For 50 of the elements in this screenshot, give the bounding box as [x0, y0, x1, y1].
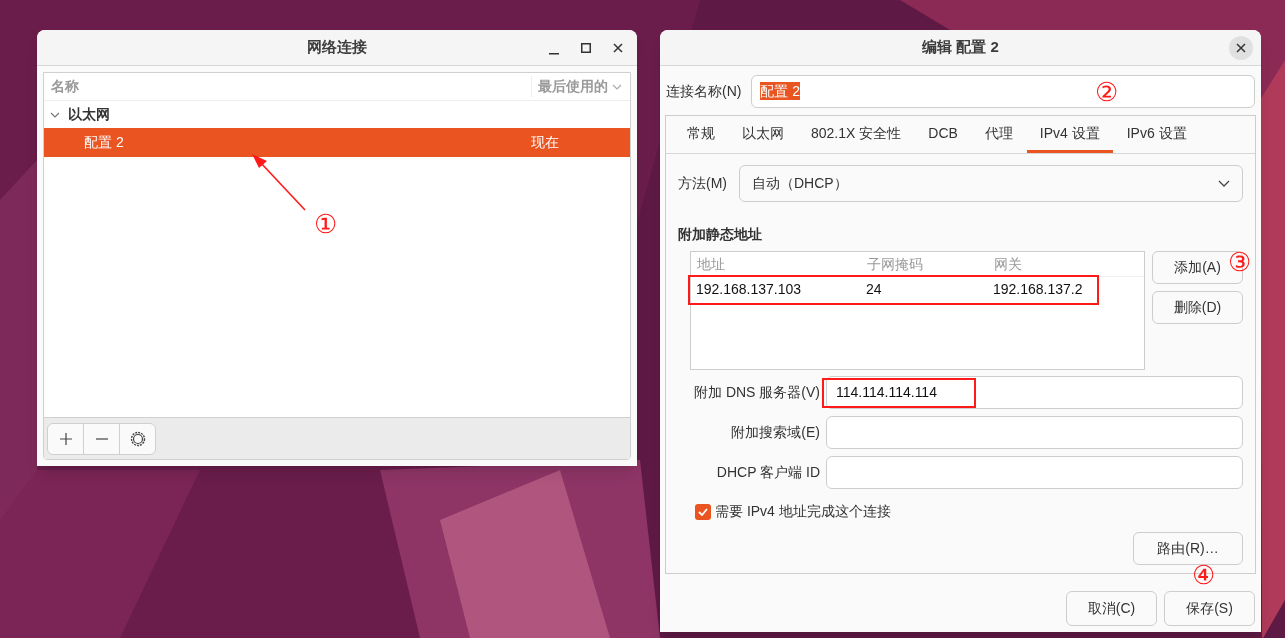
- table-cell-text: 192.168.137.103: [695, 280, 803, 299]
- tab[interactable]: DCB: [915, 116, 971, 153]
- field-label: 方法(M): [678, 174, 727, 193]
- section-title: 附加静态地址: [678, 225, 763, 244]
- delete-button[interactable]: 删除(D): [1152, 291, 1243, 324]
- table-cell-text: 24: [865, 280, 883, 299]
- table-cell-text: 192.168.137.2: [992, 280, 1083, 299]
- sort-caret-icon: [612, 83, 622, 90]
- tab[interactable]: 802.1X 安全性: [798, 116, 915, 153]
- save-button[interactable]: 保存(S): [1164, 591, 1255, 626]
- field-label: DHCP 客户端 ID: [715, 463, 820, 482]
- checkbox[interactable]: [695, 503, 711, 520]
- routes-button[interactable]: 路由(R)…: [1133, 532, 1243, 565]
- close-button[interactable]: [611, 40, 625, 55]
- group-label: 以太网: [68, 105, 110, 124]
- maximize-button[interactable]: [579, 40, 593, 55]
- client-id-field[interactable]: [826, 456, 1243, 489]
- tab[interactable]: IPv4 设置: [1026, 116, 1113, 153]
- window-title: 编辑 配置 2: [922, 37, 999, 58]
- tab[interactable]: 常规: [674, 116, 728, 153]
- cancel-button[interactable]: 取消(C): [1066, 591, 1157, 626]
- close-icon: [1236, 42, 1246, 53]
- dropdown-caret-icon: [1218, 180, 1230, 187]
- step-number: ①: [314, 208, 337, 240]
- tab[interactable]: 代理: [971, 116, 1026, 153]
- group-row[interactable]: 以太网: [44, 101, 630, 128]
- checkbox-label: 需要 IPv4 地址完成这个连接: [715, 502, 891, 521]
- settings-icon: [129, 430, 146, 447]
- close-button[interactable]: [1229, 35, 1253, 60]
- step-number: ②: [1095, 76, 1118, 108]
- window-title: 网络连接: [307, 37, 367, 58]
- field-label: 附加 DNS 服务器(V): [693, 383, 820, 402]
- field-label: 连接名称(N): [666, 81, 742, 101]
- tab[interactable]: IPv6 设置: [1113, 116, 1200, 153]
- search-domain-field[interactable]: [826, 416, 1243, 449]
- connection-name: 配置 2: [83, 133, 124, 152]
- plus-icon: [59, 432, 72, 445]
- selected-text: 配置 2: [760, 82, 801, 100]
- check-icon: [698, 507, 708, 516]
- last-used-time: 现在: [531, 133, 559, 152]
- connection-row[interactable]: 配置 2 现在: [44, 128, 630, 157]
- field-label: 附加搜索域(E): [730, 423, 820, 442]
- dns-field[interactable]: 114.114.114.114: [826, 376, 1243, 409]
- arrow-annotation: [250, 152, 308, 212]
- minus-icon: [95, 437, 108, 440]
- close-icon: [613, 42, 623, 53]
- maximize-icon: [581, 42, 591, 53]
- method-dropdown[interactable]: 自动（DHCP）: [739, 165, 1243, 202]
- tab[interactable]: 以太网: [729, 116, 797, 153]
- minimize-icon: [549, 52, 559, 55]
